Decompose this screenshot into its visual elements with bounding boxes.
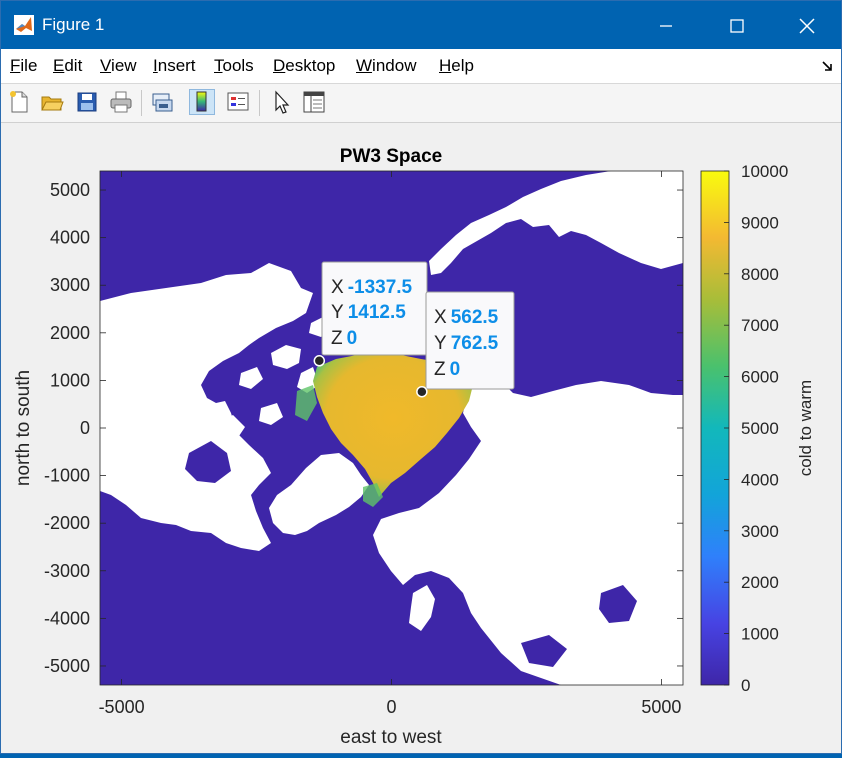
chart-title: PW3 Space	[340, 146, 442, 167]
y-tick-label: 2000	[50, 323, 90, 343]
legend-icon[interactable]	[225, 89, 251, 115]
y-tick-label: -4000	[44, 608, 90, 628]
menu-window[interactable]: Window	[356, 56, 416, 76]
maximize-button[interactable]	[705, 1, 769, 49]
datatip-2-marker[interactable]	[416, 385, 428, 398]
svg-text:X-1337.5: X -1337.5	[331, 277, 413, 298]
datatip-2-z-label: Z	[434, 359, 446, 380]
minimize-icon	[660, 25, 672, 27]
colorbar-tick-label: 6000	[741, 368, 779, 387]
colorbar-tick-label: 8000	[741, 265, 779, 284]
menu-file[interactable]: File	[10, 56, 37, 76]
print-icon[interactable]	[108, 89, 134, 115]
matlab-logo-icon	[14, 15, 34, 35]
menu-bar: File Edit View Insert Tools Desktop Wind…	[1, 49, 841, 84]
y-tick-label: 5000	[50, 180, 90, 200]
figure-svg: PW3 Space east to west north to south -5…	[13, 146, 815, 748]
datatip-1-y-value: 1412.5	[348, 302, 407, 323]
datatip-1-z-label: Z	[331, 328, 343, 349]
close-icon	[799, 18, 815, 34]
colorbar-tick-label: 4000	[741, 470, 779, 489]
title-bar: Figure 1	[1, 1, 841, 49]
menu-insert[interactable]: Insert	[153, 56, 196, 76]
colorbar-tick-label: 1000	[741, 625, 779, 644]
property-inspector-icon[interactable]	[301, 89, 327, 115]
datatip-1-z-value: 0	[347, 328, 358, 349]
y-tick-label: -2000	[44, 513, 90, 533]
close-button[interactable]	[775, 1, 839, 49]
datatip-2-x-value: 562.5	[451, 307, 499, 328]
datatip-1[interactable]: X -1337.5 Y 1412.5 Z0	[321, 261, 428, 356]
menu-edit[interactable]: Edit	[53, 56, 82, 76]
y-axis-label: north to south	[13, 370, 34, 486]
colorbar-tick-label: 5000	[741, 419, 779, 438]
svg-text:Y1412.5: Y 1412.5	[331, 302, 406, 323]
y-tick-label: -3000	[44, 561, 90, 581]
toolbar-separator	[259, 90, 260, 116]
dock-figure-icon[interactable]	[821, 59, 835, 73]
x-tick-label: 5000	[641, 697, 681, 717]
colorbar-icon	[196, 91, 207, 112]
colorbar-tick-label: 10000	[741, 162, 788, 181]
window-title: Figure 1	[42, 15, 105, 34]
menu-help[interactable]: Help	[439, 56, 474, 76]
insert-colorbar-button[interactable]	[189, 89, 215, 115]
colorbar-tick-label: 2000	[741, 573, 779, 592]
colorbar-tick-label: 0	[741, 676, 750, 695]
colorbar-ticks: 1000090008000700060005000400030002000100…	[724, 162, 788, 695]
menu-tools[interactable]: Tools	[214, 56, 254, 76]
colorbar-tick-label: 7000	[741, 316, 779, 335]
y-tick-label: 1000	[50, 370, 90, 390]
y-tick-label: -5000	[44, 656, 90, 676]
y-tick-label: 4000	[50, 228, 90, 248]
new-figure-icon[interactable]	[6, 89, 32, 115]
menu-desktop[interactable]: Desktop	[273, 56, 335, 76]
maximize-icon	[730, 19, 744, 33]
x-tick-label: 0	[386, 697, 396, 717]
datatip-2[interactable]: X 562.5 Y 762.5 Z0	[425, 291, 515, 390]
menu-view[interactable]: View	[100, 56, 137, 76]
x-axis-label: east to west	[340, 727, 442, 748]
toolbar-separator	[141, 90, 142, 116]
colorbar-tick-label: 9000	[741, 213, 779, 232]
figure-window: Figure 1 File Edit View Insert Tools Des…	[0, 0, 842, 754]
svg-text:Y762.5: Y 762.5	[434, 333, 499, 354]
figure-toolbar	[1, 84, 841, 123]
datatip-2-y-label: Y	[434, 333, 447, 354]
datatip-2-x-label: X	[434, 307, 447, 328]
y-tick-label: -1000	[44, 466, 90, 486]
y-tick-label: 3000	[50, 275, 90, 295]
datatip-1-x-value: -1337.5	[348, 277, 413, 298]
colorbar-tick-label: 3000	[741, 522, 779, 541]
datatip-2-y-value: 762.5	[451, 333, 499, 354]
link-plot-icon[interactable]	[149, 89, 175, 115]
datatip-2-z-value: 0	[450, 359, 461, 380]
datatip-1-x-label: X	[331, 277, 344, 298]
open-file-icon[interactable]	[39, 89, 65, 115]
minimize-button[interactable]	[634, 1, 698, 49]
x-tick-label: -5000	[99, 697, 145, 717]
save-icon[interactable]	[74, 89, 100, 115]
datatip-1-y-label: Y	[331, 302, 344, 323]
svg-text:X562.5: X 562.5	[434, 307, 499, 328]
y-tick-label: 0	[80, 418, 90, 438]
edit-plot-icon[interactable]	[269, 89, 295, 115]
datatip-1-marker[interactable]	[313, 355, 326, 367]
colorbar-label: cold to warm	[796, 380, 815, 476]
figure-canvas: PW3 Space east to west north to south -5…	[1, 123, 841, 753]
